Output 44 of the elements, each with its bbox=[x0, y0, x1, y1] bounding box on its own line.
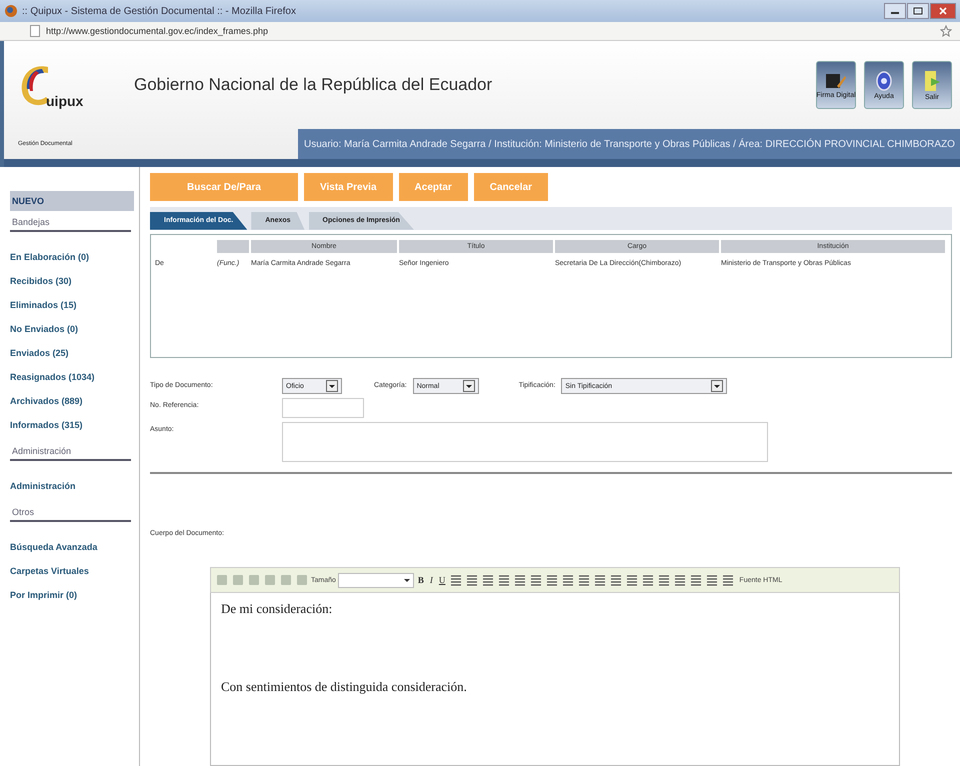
sidebar-item[interactable]: Eliminados (15) bbox=[10, 296, 131, 314]
address-bar[interactable]: http://www.gestiondocumental.gov.ec/index_frames.php bbox=[0, 22, 960, 41]
window-title: :: Quipux - Sistema de Gestión Documental :: - Mozilla Firefox bbox=[22, 6, 296, 16]
close-icon bbox=[938, 7, 948, 15]
maximize-button[interactable] bbox=[907, 3, 929, 19]
bold-button[interactable]: B bbox=[416, 575, 426, 585]
exit-door-icon bbox=[923, 70, 941, 92]
sidebar-section-header: Bandejas bbox=[10, 211, 131, 232]
sidebar-item[interactable]: Búsqueda Avanzada bbox=[10, 538, 131, 556]
sidebar-section-header: Administración bbox=[10, 440, 131, 461]
sidebar-item[interactable]: Archivados (889) bbox=[10, 392, 131, 410]
editor-area[interactable]: De mi consideración: Con sentimientos de distinguida consideración. bbox=[210, 593, 900, 766]
sidebar-item[interactable]: Carpetas Virtuales bbox=[10, 562, 131, 580]
user-info-bar: Usuario: María Carmita Andrade Segarra / Institución: Ministerio de Transporte y Obras Públicas / Área: DIRECCIÓN PROVINCIAL CHIMBORAZO bbox=[298, 129, 960, 159]
sidebar-item[interactable]: Recibidos (30) bbox=[10, 272, 131, 290]
body-paragraph: De mi consideración: bbox=[221, 601, 334, 617]
star-icon[interactable] bbox=[940, 25, 952, 37]
page-icon bbox=[30, 25, 40, 37]
minimize-button[interactable] bbox=[884, 3, 906, 19]
header-title: Gobierno Nacional de la República del Ecuador bbox=[134, 75, 492, 95]
new-document-item[interactable]: NUEVO bbox=[10, 191, 134, 211]
sidebar-item[interactable]: En Elaboración (0) bbox=[10, 248, 131, 266]
sidebar-item[interactable]: No Enviados (0) bbox=[10, 320, 131, 338]
underline-button[interactable]: U bbox=[436, 575, 448, 585]
dropdown-arrow-icon bbox=[402, 576, 411, 584]
body-paragraph: Con sentimientos de distinguida consideración. bbox=[221, 679, 468, 695]
help-icon bbox=[875, 70, 893, 90]
logo-text: uipux bbox=[46, 93, 84, 109]
sidebar-item[interactable]: Informados (315) bbox=[10, 416, 131, 434]
url-text: http://www.gestiondocumental.gov.ec/index_frames.php bbox=[46, 26, 268, 36]
subject-field[interactable] bbox=[282, 422, 768, 462]
reference-field[interactable] bbox=[282, 398, 364, 418]
signature-icon bbox=[825, 72, 847, 90]
sidebar-item[interactable]: Enviados (25) bbox=[10, 344, 131, 362]
maximize-icon bbox=[913, 7, 923, 15]
justify-icon[interactable] bbox=[497, 573, 512, 587]
sidebar-section-header: Otros bbox=[10, 501, 131, 522]
sidebar-item[interactable]: Administración bbox=[10, 477, 131, 495]
column-header bbox=[217, 240, 251, 253]
sidebar-item[interactable]: Por Imprimir (0) bbox=[10, 586, 131, 604]
close-button[interactable] bbox=[930, 3, 956, 19]
browser-icon bbox=[4, 4, 18, 18]
sidebar-item[interactable]: Reasignados (1034) bbox=[10, 368, 131, 386]
italic-button[interactable]: I bbox=[428, 575, 435, 585]
